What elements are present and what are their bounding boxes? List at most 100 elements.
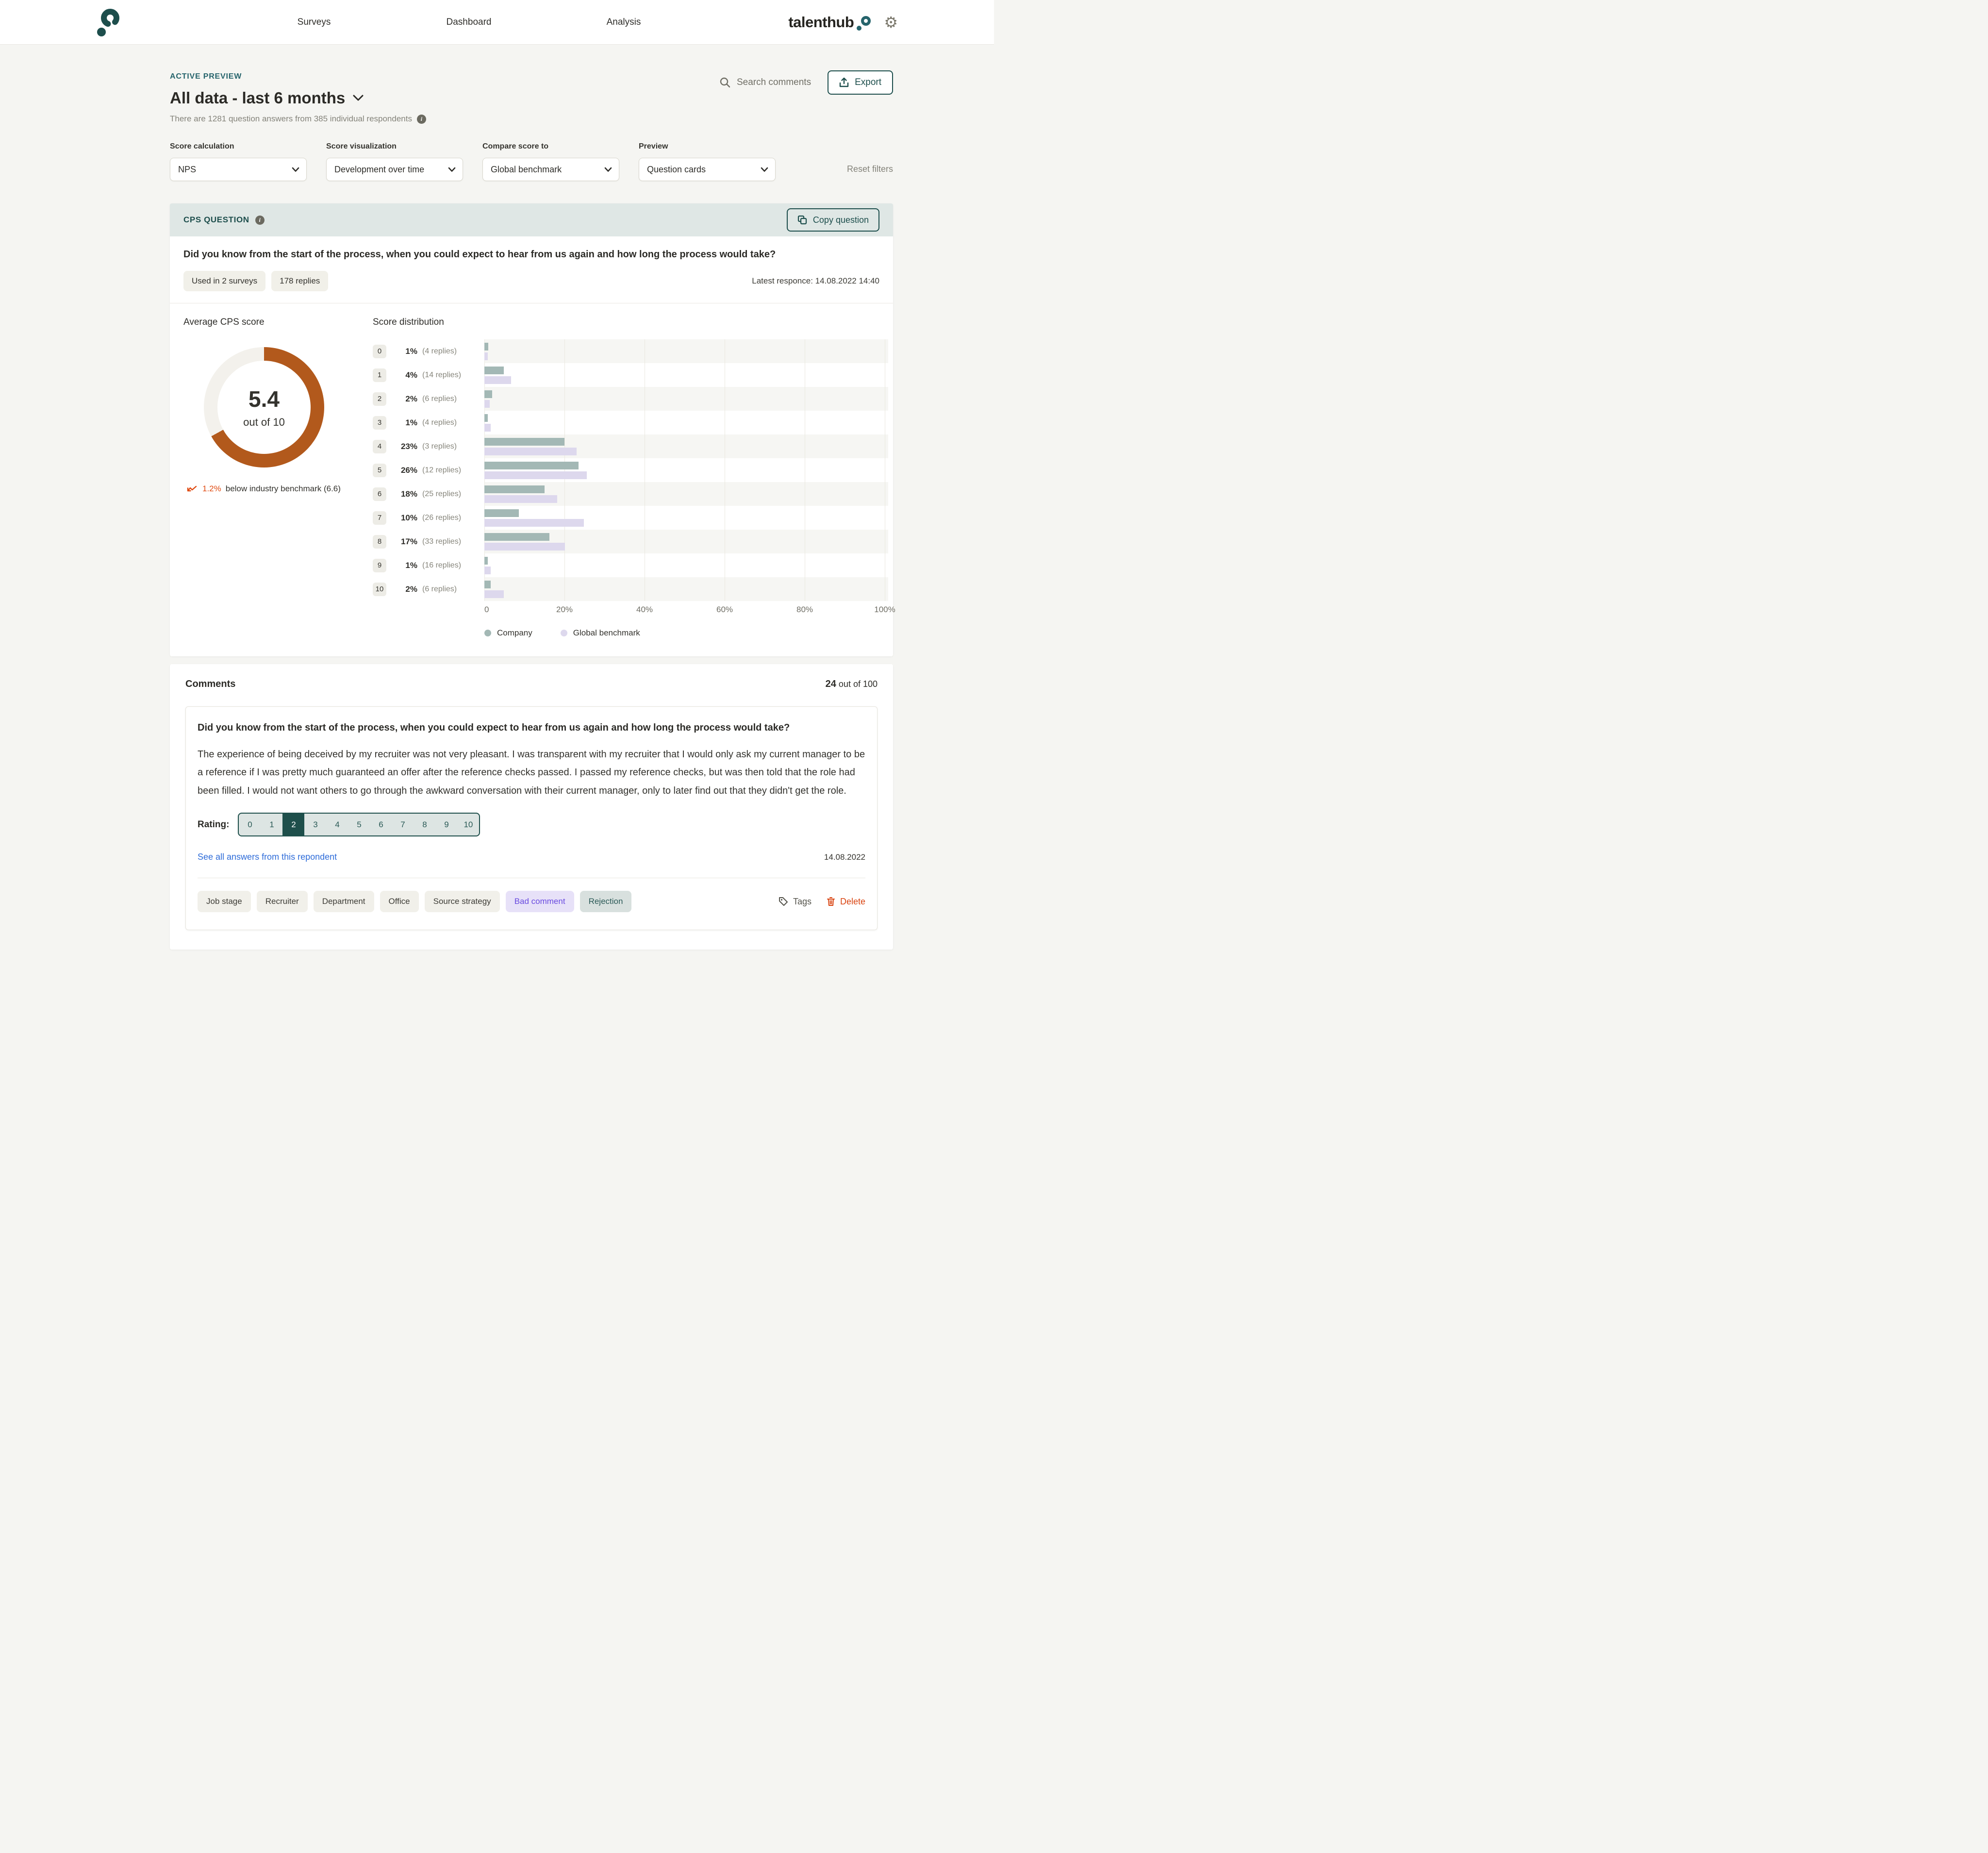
filter-value: Development over time	[334, 165, 424, 175]
score-chip: 7	[373, 511, 386, 525]
rating-option-6[interactable]: 6	[370, 814, 392, 835]
comment-body: The experience of being deceived by my r…	[198, 746, 865, 800]
benchmark-bar	[484, 495, 557, 503]
comment-question: Did you know from the start of the proce…	[198, 720, 865, 735]
score-chip: 9	[373, 559, 386, 572]
chevron-down-icon	[292, 167, 299, 172]
distribution-row: 14%(14 replies)	[373, 363, 879, 387]
rating-option-4[interactable]: 4	[326, 814, 348, 835]
score-percent: 17%	[393, 537, 417, 547]
cps-question-card: CPS QUESTION i Copy question Did you kno…	[170, 203, 893, 656]
company-bar	[484, 367, 504, 374]
benchmark-bar	[484, 567, 491, 574]
export-label: Export	[855, 77, 881, 88]
score-chip: 2	[373, 392, 386, 406]
donut-score-value: 5.4	[248, 386, 280, 412]
bars-cell	[484, 434, 879, 458]
rating-option-0[interactable]: 0	[239, 814, 261, 835]
distribution-row: 31%(4 replies)	[373, 411, 879, 434]
nav-item-surveys[interactable]: Surveys	[298, 0, 331, 45]
see-all-answers-link[interactable]: See all answers from this repondent	[198, 852, 337, 862]
bars-cell	[484, 363, 879, 387]
rating-option-5[interactable]: 5	[348, 814, 370, 835]
comments-count: 24 out of 100	[826, 679, 878, 690]
brand-name: talenthub	[788, 14, 854, 31]
benchmark-bar	[484, 590, 504, 598]
bars-cell	[484, 530, 879, 553]
comment-tag[interactable]: Bad comment	[506, 891, 574, 912]
delete-action[interactable]: Delete	[826, 896, 865, 907]
benchmark-bar	[484, 543, 565, 551]
copy-icon	[797, 215, 807, 225]
score-replies: (26 replies)	[422, 514, 484, 522]
axis-tick-label: 20%	[556, 605, 573, 615]
benchmark-bar	[484, 376, 511, 384]
rating-option-2[interactable]: 2	[282, 814, 304, 835]
tags-action[interactable]: Tags	[778, 896, 812, 907]
comment-tag[interactable]: Recruiter	[257, 891, 308, 912]
legend-label: Global benchmark	[573, 628, 640, 638]
question-text: Did you know from the start of the proce…	[183, 249, 879, 260]
filter-select[interactable]: Question cards	[639, 158, 776, 181]
cps-info-icon[interactable]: i	[255, 216, 265, 225]
score-percent: 2%	[393, 584, 417, 594]
comment-tag[interactable]: Rejection	[580, 891, 632, 912]
average-score-donut-chart: 5.4 out of 10	[204, 347, 324, 467]
filter-select[interactable]: Global benchmark	[482, 158, 619, 181]
company-bar	[484, 462, 579, 469]
question-badge: Used in 2 surveys	[183, 271, 265, 291]
donut-score-scale: out of 10	[243, 416, 285, 429]
comment-tag[interactable]: Office	[380, 891, 419, 912]
question-badge: 178 replies	[271, 271, 328, 291]
bars-cell	[484, 482, 879, 506]
distribution-row: 817%(33 replies)	[373, 530, 879, 553]
settings-gear-icon[interactable]: ⚙	[884, 15, 898, 30]
axis-tick-label: 0	[484, 605, 489, 615]
score-percent: 1%	[393, 347, 417, 356]
benchmark-bar	[484, 471, 587, 479]
filter-value: Global benchmark	[491, 165, 562, 175]
comments-count-suffix: out of 100	[836, 679, 878, 689]
filter-select[interactable]: NPS	[170, 158, 307, 181]
export-button[interactable]: Export	[828, 70, 893, 95]
score-replies: (4 replies)	[422, 418, 484, 427]
page-title: All data - last 6 months	[170, 89, 345, 107]
company-bar	[484, 438, 564, 446]
comment-tag[interactable]: Source strategy	[425, 891, 500, 912]
nav-item-dashboard[interactable]: Dashboard	[447, 0, 492, 45]
nav-item-analysis[interactable]: Analysis	[607, 0, 641, 45]
bars-cell	[484, 411, 879, 434]
filter-label: Compare score to	[482, 142, 619, 151]
comment-tag[interactable]: Department	[314, 891, 374, 912]
filter-select[interactable]: Development over time	[326, 158, 463, 181]
info-icon[interactable]: i	[417, 115, 426, 124]
benchmark-note: 1.2% below industry benchmark (6.6)	[186, 484, 373, 494]
score-chip: 10	[373, 583, 386, 596]
rating-option-7[interactable]: 7	[392, 814, 414, 835]
benchmark-bar	[484, 352, 488, 360]
score-distribution-title: Score distribution	[373, 317, 879, 328]
comments-section: Comments 24 out of 100 Did you know from…	[170, 664, 893, 950]
bars-cell	[484, 458, 879, 482]
score-replies: (25 replies)	[422, 490, 484, 499]
distribution-row: 526%(12 replies)	[373, 458, 879, 482]
bars-cell	[484, 506, 879, 530]
comment-date: 14.08.2022	[824, 852, 865, 862]
title-chevron-down-icon[interactable]	[353, 95, 364, 101]
trash-icon	[826, 896, 836, 907]
company-bar	[484, 557, 488, 565]
copy-question-button[interactable]: Copy question	[787, 208, 879, 232]
search-comments[interactable]: Search comments	[719, 77, 811, 88]
rating-option-1[interactable]: 1	[261, 814, 282, 835]
filter-label: Score calculation	[170, 142, 307, 151]
rating-option-10[interactable]: 10	[457, 814, 479, 835]
reset-filters-link[interactable]: Reset filters	[847, 164, 893, 174]
rating-option-3[interactable]: 3	[304, 814, 326, 835]
score-replies: (6 replies)	[422, 395, 484, 403]
rating-option-9[interactable]: 9	[435, 814, 457, 835]
rating-option-8[interactable]: 8	[414, 814, 435, 835]
comment-tag[interactable]: Job stage	[198, 891, 251, 912]
score-replies: (4 replies)	[422, 347, 484, 356]
filter-label: Score visualization	[326, 142, 463, 151]
distribution-row: 710%(26 replies)	[373, 506, 879, 530]
